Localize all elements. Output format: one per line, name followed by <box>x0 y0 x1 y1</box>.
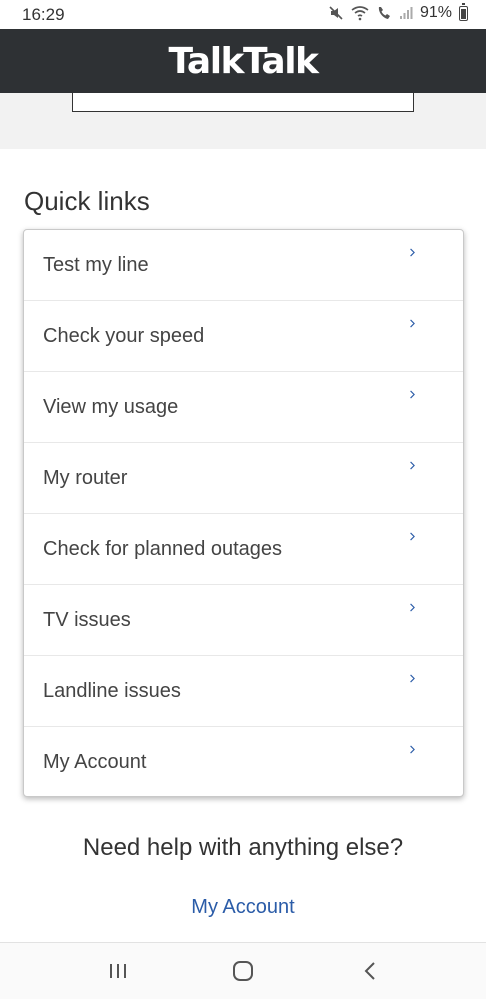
search-box-bottom[interactable] <box>72 93 414 112</box>
quick-link-item[interactable]: Check for planned outages <box>24 514 463 585</box>
my-account-link[interactable]: My Account <box>0 896 486 919</box>
back-icon[interactable] <box>358 959 384 983</box>
quick-link-item[interactable]: TV issues <box>24 585 463 656</box>
quick-link-item[interactable]: Landline issues <box>24 656 463 727</box>
app-header: TalkTalk <box>0 29 486 93</box>
system-nav-bar <box>0 942 486 999</box>
chevron-right-icon <box>410 461 415 470</box>
chevron-right-icon <box>410 390 415 399</box>
quick-link-item[interactable]: View my usage <box>24 372 463 443</box>
recent-apps-icon[interactable] <box>105 959 131 983</box>
wifi-calling-icon <box>378 7 390 19</box>
talktalk-logo[interactable]: TalkTalk <box>169 41 319 82</box>
status-bar: 16:29 91% <box>0 0 486 29</box>
quick-link-label: TV issues <box>43 609 131 631</box>
quick-links-title: Quick links <box>24 186 150 216</box>
battery-icon <box>459 2 468 21</box>
status-icons: 91% <box>328 2 468 22</box>
quick-links-card: Test my line Check your speed View my usag… <box>23 229 464 797</box>
status-time: 16:29 <box>22 5 65 24</box>
chevron-right-icon <box>410 745 415 754</box>
quick-link-label: View my usage <box>43 396 179 418</box>
chevron-right-icon <box>410 532 415 541</box>
mute-icon <box>329 6 343 20</box>
home-icon[interactable] <box>230 959 256 983</box>
search-area <box>0 93 486 149</box>
chevron-right-icon <box>410 319 415 328</box>
chevron-right-icon <box>410 248 415 257</box>
chevron-right-icon <box>410 603 415 612</box>
help-heading: Need help with anything else? <box>82 834 404 861</box>
quick-link-label: Test my line <box>43 254 149 276</box>
quick-link-label: My router <box>43 467 128 489</box>
quick-link-label: Check for planned outages <box>43 538 283 560</box>
quick-link-label: Check your speed <box>43 325 205 347</box>
quick-link-item[interactable]: My Account <box>24 727 463 796</box>
quick-link-label: Landline issues <box>43 680 181 702</box>
quick-link-label: My Account <box>43 751 147 773</box>
quick-link-item[interactable]: My router <box>24 443 463 514</box>
battery-percent: 91% <box>419 4 452 21</box>
wifi-icon <box>351 6 369 21</box>
quick-link-item[interactable]: Check your speed <box>24 301 463 372</box>
chevron-right-icon <box>410 674 415 683</box>
quick-link-item[interactable]: Test my line <box>24 230 463 301</box>
signal-icon <box>399 7 413 19</box>
